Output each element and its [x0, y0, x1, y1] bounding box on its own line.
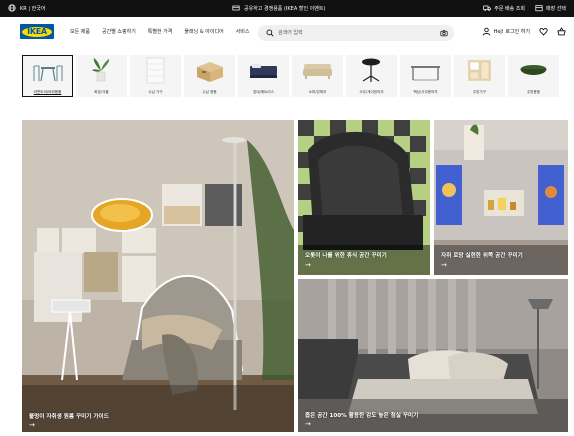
hero-image-studio — [22, 120, 294, 432]
cart-icon[interactable] — [557, 27, 566, 36]
nav-item-offers[interactable]: 특별한 가격 — [148, 28, 173, 35]
category-strip: 아웃도어/야외용품 화분/식물 수납 가구 수납 용품 침대/매트리스 소파/암… — [22, 55, 562, 97]
category-label: 주방용품 — [526, 90, 541, 94]
delivery-truck-icon — [232, 5, 240, 11]
arrow-right-icon: → — [305, 420, 311, 428]
sofa-icon — [303, 64, 332, 79]
login-label: Hej! 로그인 하기 — [493, 29, 530, 35]
category-kitchenware[interactable]: 주방용품 — [508, 55, 559, 97]
plant-icon — [92, 58, 110, 82]
store-select-link[interactable]: 매장 선택 — [535, 4, 566, 12]
nav-item-all-products[interactable]: 모든 제품 — [70, 28, 90, 35]
hero-tile-small-bedroom[interactable]: 좁은 공간 100% 활용한 감도 높은 침실 꾸미기 → — [298, 279, 568, 432]
search-bar[interactable]: 검색어 입력 — [258, 25, 454, 41]
nav-item-services[interactable]: 서비스 — [236, 28, 250, 35]
category-label: 책상/사무용의자 — [413, 90, 438, 94]
heart-icon[interactable] — [539, 27, 548, 36]
hero-tile-studio-guide[interactable]: 불멍이 자취생 원룸 꾸미기 가이드 → — [22, 120, 294, 432]
truck-icon — [483, 5, 492, 11]
tile-caption: 좁은 공간 100% 활용한 감도 높은 침실 꾸미기 — [305, 413, 419, 419]
category-sofas[interactable]: 소파/암체어 — [292, 55, 343, 97]
user-icon — [482, 27, 490, 36]
category-outdoor[interactable]: 아웃도어/야외용품 — [22, 55, 73, 97]
category-storage-items[interactable]: 수납 용품 — [184, 55, 235, 97]
desk-icon — [411, 66, 440, 81]
camera-icon[interactable] — [440, 29, 448, 37]
bowl-icon — [520, 65, 547, 75]
track-order-label: 주문 배송 조회 — [494, 5, 525, 12]
office-chair-icon — [362, 58, 380, 82]
logo-text: IKEA — [27, 27, 47, 36]
category-beds[interactable]: 침대/매트리스 — [238, 55, 289, 97]
category-label: 침대/매트리스 — [252, 90, 275, 94]
hero-tile-relax-space[interactable]: 오롯이 나를 위한 휴식 공간 꾸미기 → — [298, 120, 430, 275]
category-desks[interactable]: 책상/사무용의자 — [400, 55, 451, 97]
category-label: 소파/암체어 — [308, 90, 327, 94]
storage-box-icon — [197, 62, 223, 82]
category-label: 수납 용품 — [202, 90, 217, 94]
category-plants[interactable]: 화분/식물 — [76, 55, 127, 97]
category-label: 화분/식물 — [94, 90, 109, 94]
site-header: IKEA 모든 제품 공간별 쇼핑하기 특별한 가격 플래닝 & 아이디어 서비… — [0, 17, 574, 49]
drawer-chest-icon — [146, 57, 165, 84]
category-label: 사무/게이밍의자 — [359, 90, 384, 94]
login-link[interactable]: Hej! 로그인 하기 — [482, 27, 530, 36]
promo-banner-link[interactable]: 공유하고 경쟁용품 (IKEA 할인 이벤트) — [244, 5, 325, 12]
category-office-chairs[interactable]: 사무/게이밍의자 — [346, 55, 397, 97]
top-bar: KR | 한국어 공유하고 경쟁용품 (IKEA 할인 이벤트) 주문 배송 조… — [0, 0, 574, 17]
store-icon — [535, 5, 543, 12]
nav-item-ideas[interactable]: 플래닝 & 아이디어 — [184, 28, 223, 35]
category-kitchen-cabinets[interactable]: 주방가구 — [454, 55, 505, 97]
store-label: 매장 선택 — [546, 5, 566, 12]
track-order-link[interactable]: 주문 배송 조회 — [483, 4, 525, 12]
hero-tile-wall-space[interactable]: 자취 로망 실현한 위쪽 공간 꾸미기 → — [434, 120, 568, 275]
tile-caption: 불멍이 자취생 원룸 꾸미기 가이드 — [29, 414, 109, 420]
category-storage-furniture[interactable]: 수납 가구 — [130, 55, 181, 97]
tile-caption: 자취 로망 실현한 위쪽 공간 꾸미기 — [441, 253, 523, 259]
arrow-right-icon: → — [441, 261, 447, 269]
category-label: 수납 가구 — [148, 90, 163, 94]
tile-caption: 오롯이 나를 위한 휴식 공간 꾸미기 — [305, 253, 387, 259]
kitchen-cabinet-icon — [468, 60, 491, 81]
category-label: 아웃도어/야외용품 — [33, 90, 62, 94]
language-selector[interactable]: KR | 한국어 — [20, 5, 45, 12]
hero-image-bedroom — [298, 279, 568, 432]
search-icon — [266, 29, 274, 37]
arrow-right-icon: → — [305, 261, 311, 269]
bed-icon — [250, 64, 277, 78]
search-placeholder[interactable]: 검색어 입력 — [278, 29, 303, 36]
ikea-logo[interactable]: IKEA — [20, 24, 54, 39]
main-nav: 모든 제품 공간별 쇼핑하기 특별한 가격 플래닝 & 아이디어 서비스 — [70, 28, 249, 35]
outdoor-set-icon — [33, 65, 63, 82]
arrow-right-icon: → — [29, 421, 35, 429]
globe-icon[interactable] — [8, 4, 16, 12]
nav-item-rooms[interactable]: 공간별 쇼핑하기 — [102, 28, 136, 35]
category-label: 주방가구 — [472, 90, 487, 94]
